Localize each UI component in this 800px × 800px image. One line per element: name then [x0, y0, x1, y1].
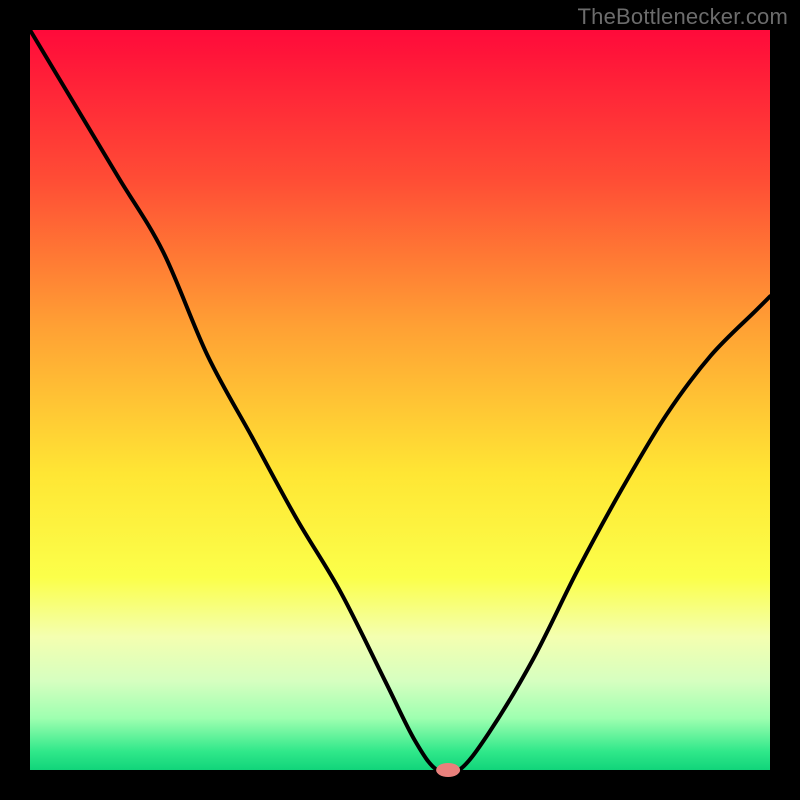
chart-plot-area [30, 30, 770, 770]
bottleneck-chart [0, 0, 800, 800]
watermark-label: TheBottlenecker.com [578, 4, 788, 30]
optimum-marker [436, 763, 460, 777]
